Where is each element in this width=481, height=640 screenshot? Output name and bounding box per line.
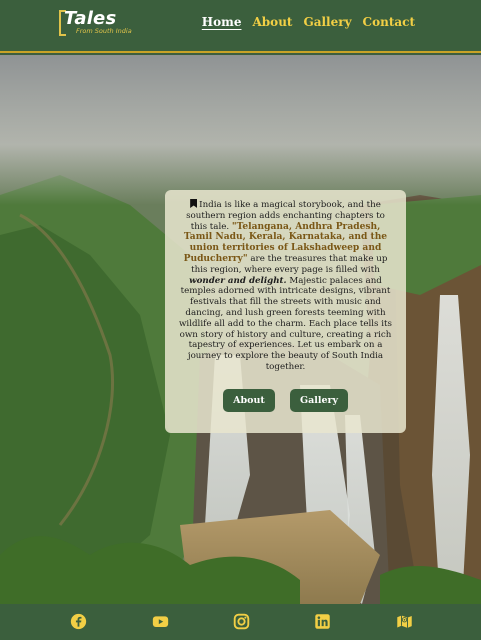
nav-link-contact[interactable]: Contact (363, 15, 415, 29)
logo[interactable]: Tales From South India (59, 8, 139, 37)
nav-link-home[interactable]: Home (202, 15, 242, 29)
youtube-icon[interactable] (152, 613, 169, 630)
logo-subtitle: From South India (76, 27, 132, 35)
gallery-button[interactable]: Gallery (290, 389, 348, 412)
navbar: Tales From South India Home About Galler… (0, 0, 481, 53)
card-buttons: About Gallery (165, 389, 406, 412)
nav-link-about[interactable]: About (252, 15, 292, 29)
emphasis-text: wonder and delight. (189, 275, 287, 286)
rest-text: Majestic palaces and temples adorned wit… (179, 275, 392, 372)
footer (0, 604, 481, 640)
intro-paragraph: India is like a magical storybook, and t… (177, 199, 394, 373)
instagram-icon[interactable] (233, 613, 250, 630)
facebook-icon[interactable] (70, 613, 87, 630)
intro-card: India is like a magical storybook, and t… (165, 190, 406, 433)
map-icon[interactable] (396, 613, 413, 630)
logo-title: Tales (64, 8, 117, 29)
bookmark-icon (190, 199, 198, 208)
about-button[interactable]: About (223, 389, 275, 412)
nav-links: Home About Gallery Contact (202, 15, 415, 29)
linkedin-icon[interactable] (314, 613, 331, 630)
nav-link-gallery[interactable]: Gallery (303, 15, 351, 29)
hero-section: India is like a magical storybook, and t… (0, 55, 481, 604)
